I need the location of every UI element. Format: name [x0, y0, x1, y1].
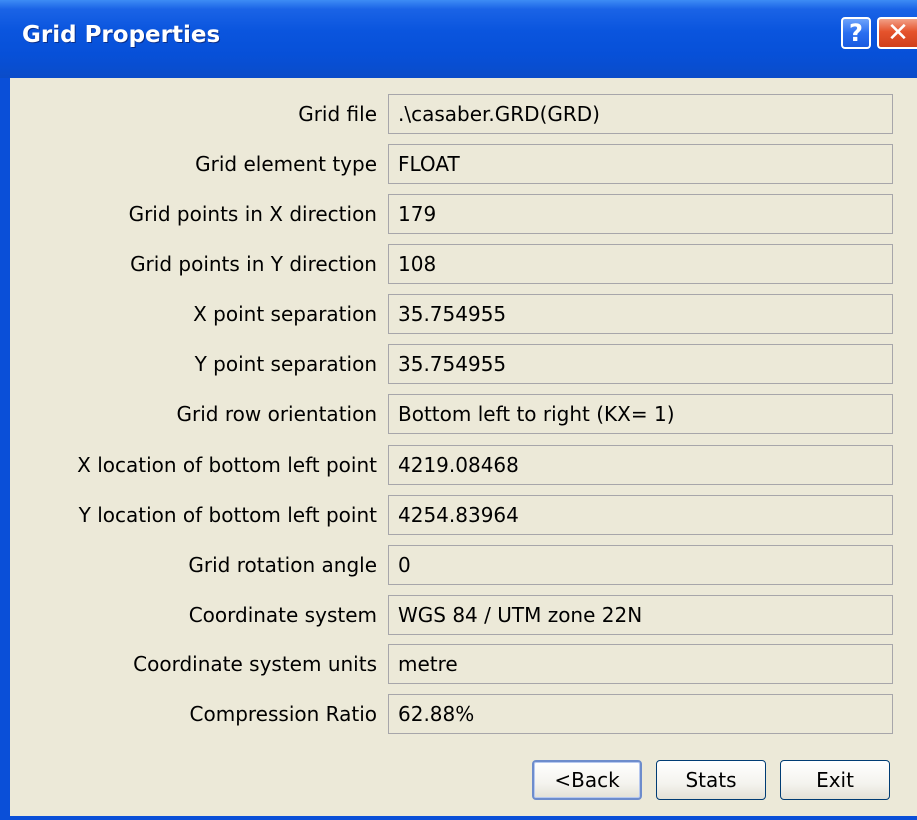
label-grid-element-type: Grid element type: [195, 152, 377, 176]
field-x-point-separation[interactable]: 35.754955: [388, 294, 893, 334]
window-bottom-border: [0, 816, 917, 820]
field-coordinate-system-units[interactable]: metre: [388, 644, 893, 684]
dialog-body: Grid file .\casaber.GRD(GRD) Grid elemen…: [10, 78, 917, 816]
field-grid-element-type[interactable]: FLOAT: [388, 144, 893, 184]
help-icon[interactable]: ?: [841, 17, 871, 49]
label-grid-file: Grid file: [298, 102, 377, 126]
field-grid-row-orientation[interactable]: Bottom left to right (KX= 1): [388, 394, 893, 434]
label-compression-ratio: Compression Ratio: [189, 702, 377, 726]
field-grid-rotation-angle[interactable]: 0: [388, 545, 893, 585]
label-grid-row-orientation: Grid row orientation: [176, 402, 377, 426]
field-coordinate-system[interactable]: WGS 84 / UTM zone 22N: [388, 595, 893, 635]
label-y-point-separation: Y point separation: [194, 352, 377, 376]
back-button[interactable]: <Back: [532, 760, 642, 800]
label-x-point-separation: X point separation: [193, 302, 377, 326]
close-icon[interactable]: ✕: [877, 17, 917, 49]
field-x-location-bottom-left[interactable]: 4219.08468: [388, 445, 893, 485]
field-y-point-separation[interactable]: 35.754955: [388, 344, 893, 384]
dialog-title: Grid Properties: [22, 22, 221, 48]
grid-properties-dialog: Grid Properties ? ✕ Grid file .\casaber.…: [0, 0, 917, 820]
field-y-location-bottom-left[interactable]: 4254.83964: [388, 495, 893, 535]
label-coordinate-system-units: Coordinate system units: [133, 652, 377, 676]
label-grid-points-y: Grid points in Y direction: [130, 252, 377, 276]
label-coordinate-system: Coordinate system: [188, 603, 377, 627]
field-grid-points-y[interactable]: 108: [388, 244, 893, 284]
label-y-location-bottom-left: Y location of bottom left point: [78, 503, 377, 527]
label-grid-points-x: Grid points in X direction: [128, 202, 377, 226]
field-compression-ratio[interactable]: 62.88%: [388, 694, 893, 734]
field-grid-points-x[interactable]: 179: [388, 194, 893, 234]
exit-button[interactable]: Exit: [780, 760, 890, 800]
title-bar[interactable]: Grid Properties ? ✕: [0, 0, 917, 78]
stats-button[interactable]: Stats: [656, 760, 766, 800]
label-x-location-bottom-left: X location of bottom left point: [77, 453, 377, 477]
label-grid-rotation-angle: Grid rotation angle: [188, 553, 377, 577]
field-grid-file[interactable]: .\casaber.GRD(GRD): [388, 94, 893, 134]
